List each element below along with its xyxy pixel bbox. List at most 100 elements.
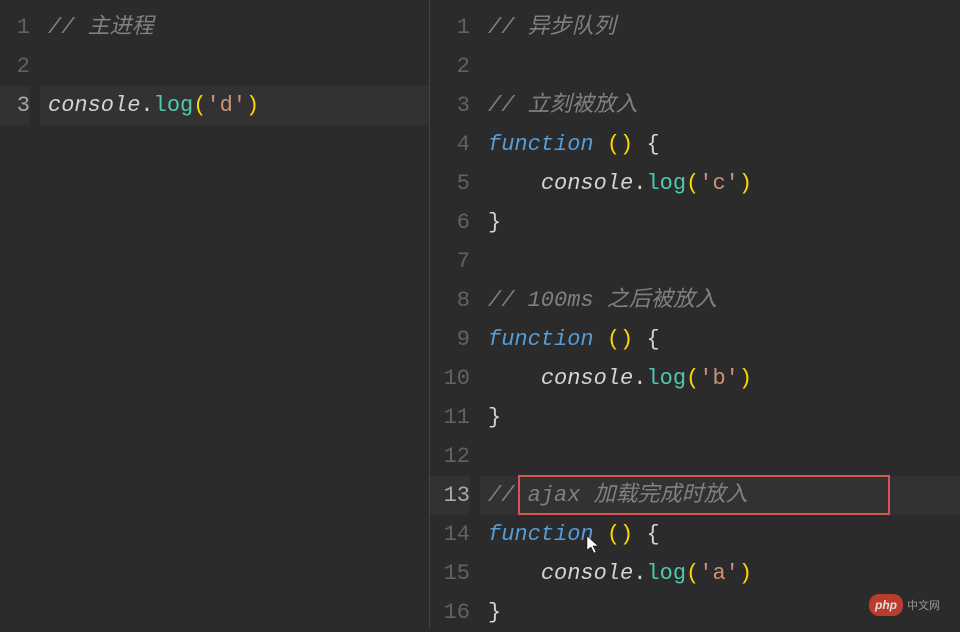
token-method: log [646,171,686,196]
line-number: 13 [430,476,470,515]
token-method: log [646,366,686,391]
token-ident: console [541,366,633,391]
line-number: 15 [430,554,470,593]
token-punct: { [646,327,659,352]
code-line[interactable] [480,47,960,86]
code-line[interactable]: function () { [480,125,960,164]
watermark-text: 中文网 [907,597,940,613]
code-line[interactable]: // ajax 加载完成时放入 [480,476,960,515]
token-dot: . [633,171,646,196]
line-number: 3 [430,86,470,125]
token-comment: // [488,483,528,508]
token-keyword: function [488,522,594,547]
token-ident [488,561,541,586]
token-ident [633,327,646,352]
token-comment: 主进程 [88,15,154,40]
token-comment: // [488,93,528,118]
token-paren: ( [686,171,699,196]
code-area-right[interactable]: // 异步队列// 立刻被放入function () { console.log… [480,0,960,628]
line-number: 5 [430,164,470,203]
gutter-right: 12345678910111213141516 [430,0,480,628]
token-ident [633,522,646,547]
code-line[interactable]: console.log('d') [40,86,429,125]
line-number: 1 [430,8,470,47]
token-comment: // [488,15,528,40]
code-area-left[interactable]: // 主进程 console.log('d') [40,0,429,628]
token-ident [594,132,607,157]
line-number: 6 [430,203,470,242]
line-number: 7 [430,242,470,281]
code-line[interactable]: function () { [480,320,960,359]
line-number: 9 [430,320,470,359]
code-line[interactable]: console.log('c') [480,164,960,203]
token-ident: console [541,561,633,586]
token-comment: // [48,15,88,40]
line-number: 2 [430,47,470,86]
token-paren: ( [686,561,699,586]
token-ident [488,171,541,196]
watermark: php 中文网 [869,594,940,616]
token-punct: } [488,210,501,235]
token-dot: . [140,93,153,118]
code-line[interactable]: console.log('a') [480,554,960,593]
line-number: 16 [430,593,470,632]
token-punct: } [488,405,501,430]
line-number: 12 [430,437,470,476]
token-paren: ) [739,171,752,196]
token-method: log [154,93,194,118]
code-line[interactable]: function () { [480,515,960,554]
watermark-logo: php [869,594,903,616]
token-string: 'c' [699,171,739,196]
line-number: 3 [0,86,30,125]
token-paren: ( [193,93,206,118]
line-number: 8 [430,281,470,320]
token-dot: . [633,561,646,586]
token-punct: } [488,600,501,625]
token-ident [488,366,541,391]
line-number: 1 [0,8,30,47]
token-ident [594,522,607,547]
token-comment: 立刻被放入 [528,93,638,118]
code-line[interactable] [480,242,960,281]
token-comment: 异步队列 [528,15,616,40]
code-line[interactable]: // 主进程 [40,8,429,47]
code-line[interactable]: } [480,203,960,242]
code-line[interactable]: console.log('b') [480,359,960,398]
code-line[interactable]: // 100ms 之后被放入 [480,281,960,320]
line-number: 4 [430,125,470,164]
editor-pane-left: 123 // 主进程 console.log('d') [0,0,430,628]
editor-pane-right: 12345678910111213141516 // 异步队列// 立刻被放入f… [430,0,960,628]
token-ident [594,327,607,352]
code-line[interactable] [480,437,960,476]
line-number: 14 [430,515,470,554]
line-number: 10 [430,359,470,398]
token-punct: { [646,522,659,547]
token-paren: () [607,132,633,157]
token-ident: console [48,93,140,118]
token-paren: () [607,327,633,352]
gutter-left: 123 [0,0,40,628]
line-number: 11 [430,398,470,437]
token-paren: ) [246,93,259,118]
token-string: 'a' [699,561,739,586]
token-paren: ) [739,561,752,586]
token-ident: console [541,171,633,196]
code-line[interactable]: } [480,398,960,437]
token-keyword: function [488,327,594,352]
token-paren: () [607,522,633,547]
code-line[interactable] [40,47,429,86]
token-method: log [646,561,686,586]
token-paren: ) [739,366,752,391]
token-string: 'd' [206,93,246,118]
token-comment: ajax 加载完成时放入 [528,483,748,508]
editor-container: 123 // 主进程console.log('d') 1234567891011… [0,0,960,628]
token-punct: { [646,132,659,157]
token-ident [633,132,646,157]
token-keyword: function [488,132,594,157]
token-paren: ( [686,366,699,391]
code-line[interactable]: // 立刻被放入 [480,86,960,125]
code-line[interactable]: // 异步队列 [480,8,960,47]
line-number: 2 [0,47,30,86]
token-comment: 100ms 之后被放入 [528,288,717,313]
token-comment: // [488,288,528,313]
